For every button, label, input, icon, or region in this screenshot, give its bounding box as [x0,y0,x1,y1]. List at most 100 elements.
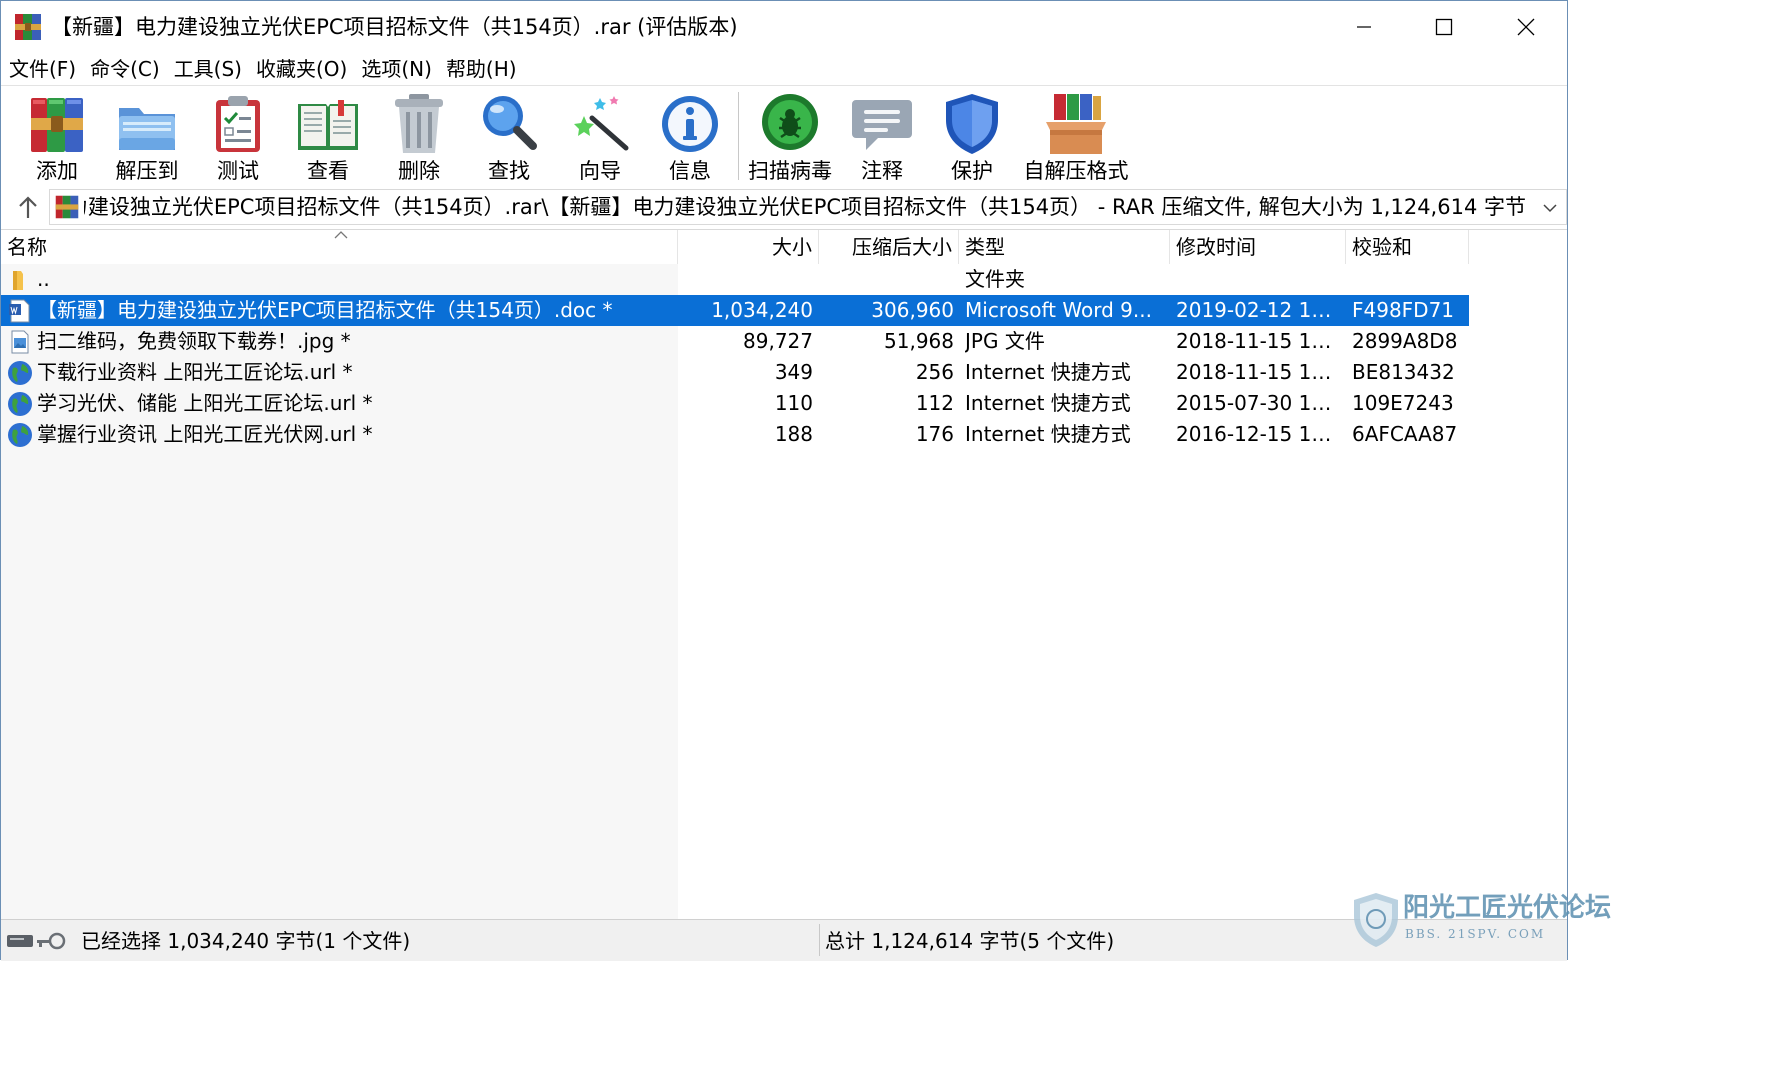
file-modified: 2018-11-15 14... [1176,329,1342,353]
menu-file[interactable]: 文件(F) [5,53,80,85]
header-crc[interactable]: 校验和 [1346,230,1469,264]
shield-icon [946,94,998,154]
forum-logo-shield-icon [1354,893,1398,947]
status-total: 总计 1,124,614 字节(5 个文件) [825,929,1115,953]
menu-options[interactable]: 选项(N) [357,53,436,85]
virus-scan-icon [762,94,818,150]
list-row[interactable]: 学习光伏、储能 上阳光工匠论坛.url * 110 112 Internet 快… [1,388,1469,419]
info-button[interactable]: 信息 [646,90,734,186]
close-button[interactable] [1485,1,1567,53]
up-folder-icon[interactable] [13,193,43,223]
file-name: 下载行业资料 上阳光工匠论坛.url * [37,360,353,384]
file-type: Internet 快捷方式 [965,422,1131,446]
view-button[interactable]: 查看 [284,90,372,186]
extract-folder-icon [119,108,175,150]
minimize-icon [1357,26,1371,28]
file-crc: 6AFCAA87 [1352,422,1458,446]
file-type: JPG 文件 [965,329,1045,353]
trash-can-icon [395,94,443,153]
file-crc: BE813432 [1352,360,1455,384]
file-packed: 112 [915,391,954,415]
menu-commands[interactable]: 命令(C) [86,53,164,85]
list-row-parent[interactable]: .. 文件夹 [1,264,1469,295]
magnifier-icon [483,96,537,150]
header-modified[interactable]: 修改时间 [1170,230,1346,264]
status-bar: 已经选择 1,034,240 字节(1 个文件) 总计 1,124,614 字节… [1,919,1567,961]
winrar-window: 【新疆】电力建设独立光伏EPC项目招标文件（共154页）.rar (评估版本) … [0,0,1611,961]
header-packed[interactable]: 压缩后大小 [819,230,959,264]
list-row-selected[interactable]: 【新疆】电力建设独立光伏EPC项目招标文件（共154页）.doc * 1,034… [1,295,1469,326]
wizard-wand-icon [574,96,629,151]
virus-scan-button[interactable]: 扫描病毒 [746,90,834,186]
sfx-box-icon [1046,94,1106,154]
watermark-title: 阳光工匠光伏论坛 [1403,893,1612,923]
close-icon [1517,18,1535,36]
winrar-app-icon[interactable] [13,12,43,42]
file-name: 学习光伏、储能 上阳光工匠论坛.url * [37,391,373,415]
file-list: 名称 大小 压缩后大小 类型 修改时间 校验和 .. 文件夹 【新疆】电力建设独… [1,229,1567,920]
file-name: .. [37,267,50,291]
address-row: 【新疆】电力建设独立光伏EPC项目招标文件（共154页）.rar\【新疆】电力建… [1,187,1567,229]
list-row[interactable]: 掌握行业资讯 上阳光工匠光伏网.url * 188 176 Internet 快… [1,419,1469,450]
toolbar: 添加 解压到 测试 查看 删除 查找 向导 信息 扫描病毒 注释 保护 自解压格… [1,85,1567,187]
address-bar[interactable]: 【新疆】电力建设独立光伏EPC项目招标文件（共154页）.rar\【新疆】电力建… [49,189,1567,225]
image-file-icon [11,330,29,354]
info-label: 信息 [669,159,711,183]
file-type: Internet 快捷方式 [965,360,1131,384]
minimize-button[interactable] [1323,1,1405,53]
wizard-button[interactable]: 向导 [556,90,644,186]
sort-ascending-icon [334,231,348,239]
file-crc: F498FD71 [1352,298,1455,322]
header-type[interactable]: 类型 [959,230,1170,264]
file-name: 【新疆】电力建设独立光伏EPC项目招标文件（共154页）.doc * [37,298,613,322]
menu-tools[interactable]: 工具(S) [170,53,246,85]
menu-help[interactable]: 帮助(H) [442,53,521,85]
file-modified: 2015-07-30 17... [1176,391,1342,415]
sfx-button[interactable]: 自解压格式 [1024,90,1129,186]
sfx-label: 自解压格式 [1023,159,1129,183]
find-button[interactable]: 查找 [465,90,553,186]
add-button[interactable]: 添加 [13,90,101,186]
file-modified: 2016-12-15 13... [1176,422,1342,446]
extract-to-button[interactable]: 解压到 [103,90,191,186]
column-header: 名称 大小 压缩后大小 类型 修改时间 校验和 [1,230,1567,264]
globe-icon [8,361,32,385]
address-path: 【新疆】电力建设独立光伏EPC项目招标文件（共154页）.rar\【新疆】电力建… [84,193,1526,221]
file-packed: 176 [915,422,954,446]
word-doc-icon [9,299,30,323]
list-row[interactable]: 下载行业资料 上阳光工匠论坛.url * 349 256 Internet 快捷… [1,357,1469,388]
drive-key-icon [7,932,66,950]
test-button[interactable]: 测试 [194,90,282,186]
protect-button[interactable]: 保护 [928,90,1016,186]
info-icon [662,96,718,152]
file-name: 掌握行业资讯 上阳光工匠光伏网.url * [37,422,373,446]
comment-button[interactable]: 注释 [838,90,926,186]
globe-icon [8,392,32,416]
address-path-text: 【新疆】电力建设独立光伏EPC项目招标文件（共154页）.rar\【新疆】电力建… [84,195,1526,219]
menu-favorites[interactable]: 收藏夹(O) [252,53,351,85]
add-archive-icon [31,98,83,152]
menu-bar: 文件(F) 命令(C) 工具(S) 收藏夹(O) 选项(N) 帮助(H) [1,53,1567,85]
file-packed: 306,960 [871,298,954,322]
title-bar: 【新疆】电力建设独立光伏EPC项目招标文件（共154页）.rar (评估版本) [1,1,1567,53]
maximize-button[interactable] [1403,1,1485,53]
watermark: 阳光工匠光伏论坛 BBS. 21SPV. COM [1347,889,1611,951]
globe-icon [8,423,32,447]
maximize-icon [1435,18,1453,36]
file-crc: 2899A8D8 [1352,329,1458,353]
header-size[interactable]: 大小 [678,230,819,264]
chevron-down-icon[interactable] [1540,198,1560,218]
file-size: 1,034,240 [711,298,813,322]
test-clipboard-icon [216,96,260,152]
protect-label: 保护 [951,159,993,183]
file-size: 349 [774,360,813,384]
delete-button[interactable]: 删除 [375,90,463,186]
status-divider [819,924,820,956]
file-size: 188 [774,422,813,446]
status-selection: 已经选择 1,034,240 字节(1 个文件) [81,929,411,953]
file-type: Microsoft Word 9... [965,298,1152,322]
file-modified: 2018-11-15 11... [1176,360,1342,384]
list-row[interactable]: 扫二维码，免费领取下载券！.jpg * 89,727 51,968 JPG 文件… [1,326,1469,357]
file-size: 89,727 [743,329,813,353]
rar-archive-icon [55,195,79,219]
